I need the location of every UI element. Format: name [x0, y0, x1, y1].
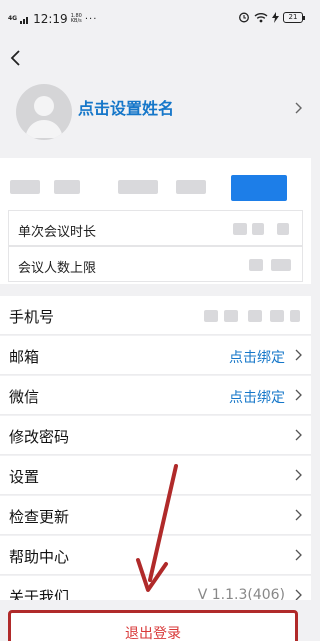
- plan-upgrade-button[interactable]: [231, 175, 287, 201]
- chevron-right-icon: [295, 389, 302, 401]
- status-right: 21: [238, 11, 305, 23]
- status-left: 4G 12:19 1.80 KB/s ···: [8, 12, 97, 26]
- battery-icon: 21: [283, 11, 305, 23]
- chevron-right-icon: [295, 102, 302, 114]
- redacted-value: [233, 223, 247, 235]
- chevron-right-icon: [295, 469, 302, 481]
- redacted-phone: [248, 310, 262, 322]
- network-speed: 1.80 KB/s: [71, 14, 82, 24]
- chevron-right-icon: [295, 429, 302, 441]
- alarm-icon: [239, 12, 249, 23]
- phone-label: 手机号: [9, 308, 55, 326]
- redacted-block: [10, 180, 40, 194]
- redacted-value: [252, 223, 264, 235]
- meeting-plan-card: 单次会议时长 会议人数上限: [0, 158, 311, 284]
- redacted-phone: [270, 310, 284, 322]
- check-update-row[interactable]: 检查更新: [0, 496, 311, 535]
- redacted-phone: [204, 310, 218, 322]
- more-notifications-icon: ···: [84, 13, 98, 25]
- signal-indicator: 4G: [8, 15, 18, 22]
- logout-area: 退出登录: [0, 600, 311, 641]
- battery-level: 21: [288, 12, 298, 21]
- back-button[interactable]: [6, 46, 28, 70]
- redacted-value: [249, 259, 263, 271]
- profile-header[interactable]: 点击设置姓名: [0, 78, 311, 150]
- meeting-duration-row: 单次会议时长: [8, 210, 303, 246]
- logout-label: 退出登录: [125, 626, 181, 641]
- back-arrow-icon: [10, 50, 20, 66]
- wechat-label: 微信: [9, 388, 40, 406]
- default-avatar-icon: [25, 96, 63, 138]
- signal-icon: [20, 16, 29, 24]
- chevron-right-icon: [295, 349, 302, 361]
- avatar[interactable]: [16, 84, 72, 140]
- email-label: 邮箱: [9, 348, 40, 366]
- set-name-link[interactable]: 点击设置姓名: [78, 95, 174, 119]
- logout-button[interactable]: 退出登录: [8, 610, 298, 641]
- redacted-value: [277, 223, 289, 235]
- change-password-label: 修改密码: [9, 428, 70, 446]
- wifi-icon: [254, 12, 268, 22]
- redacted-phone: [290, 310, 300, 322]
- settings-label: 设置: [9, 468, 40, 486]
- phone-row[interactable]: 手机号: [0, 296, 311, 335]
- redacted-block: [176, 180, 206, 194]
- redacted-phone: [224, 310, 238, 322]
- charging-icon: [272, 11, 279, 23]
- status-bar: 4G 12:19 1.80 KB/s ··· 21: [0, 0, 311, 38]
- network-speed-unit: KB/s: [70, 18, 82, 24]
- wechat-bind-link[interactable]: 点击绑定: [229, 387, 285, 407]
- max-participants-row: 会议人数上限: [8, 246, 303, 282]
- email-bind-link[interactable]: 点击绑定: [229, 347, 285, 367]
- change-password-row[interactable]: 修改密码: [0, 416, 311, 455]
- settings-row[interactable]: 设置: [0, 456, 311, 495]
- max-participants-label: 会议人数上限: [18, 261, 97, 276]
- wechat-row[interactable]: 微信 点击绑定: [0, 376, 311, 415]
- help-center-label: 帮助中心: [9, 548, 70, 566]
- redacted-value: [271, 259, 291, 271]
- plan-header-redacted: [8, 166, 303, 210]
- meeting-duration-label: 单次会议时长: [18, 225, 97, 240]
- redacted-block: [54, 180, 80, 194]
- help-center-row[interactable]: 帮助中心: [0, 536, 311, 575]
- redacted-block: [118, 180, 158, 194]
- status-time: 12:19: [33, 12, 68, 26]
- check-update-label: 检查更新: [9, 508, 70, 526]
- chevron-right-icon: [295, 509, 302, 521]
- email-row[interactable]: 邮箱 点击绑定: [0, 336, 311, 375]
- chevron-right-icon: [295, 549, 302, 561]
